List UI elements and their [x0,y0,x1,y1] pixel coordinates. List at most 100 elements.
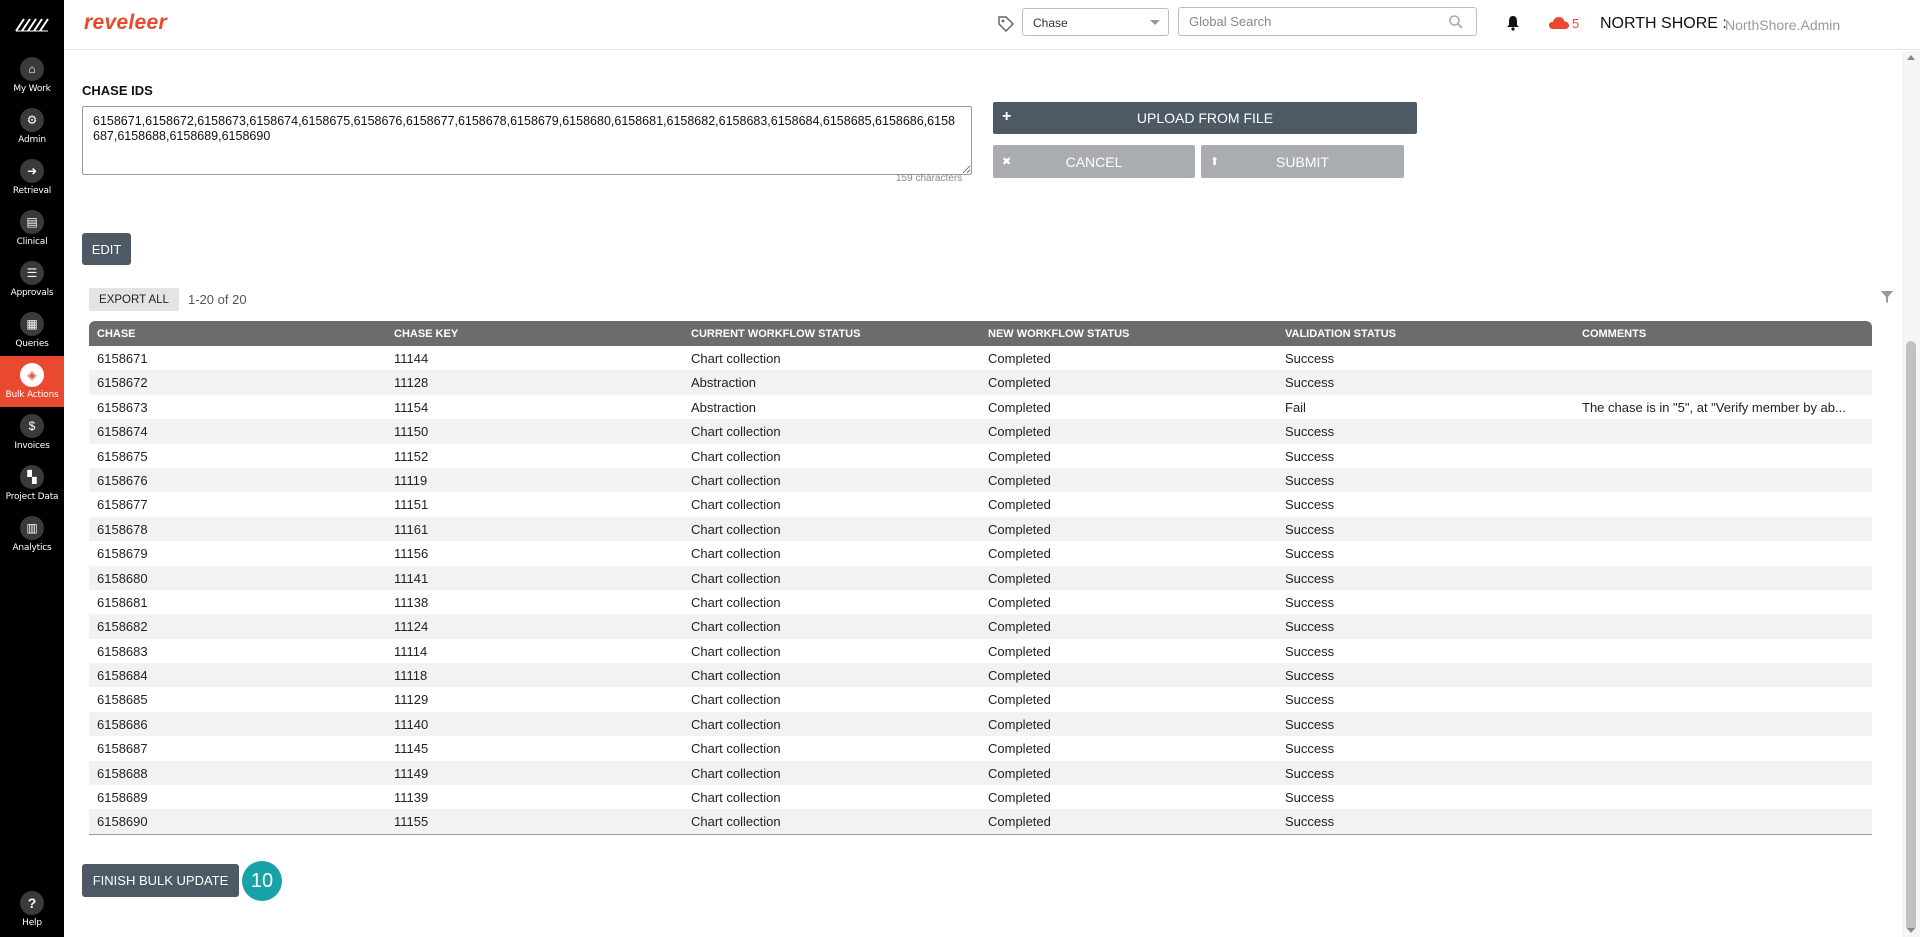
export-all-button[interactable]: EXPORT ALL [89,288,179,311]
sidebar-item-queries[interactable]: ▦ Queries [0,305,64,356]
column-header[interactable]: CURRENT WORKFLOW STATUS [683,321,980,346]
column-header[interactable]: COMMENTS [1574,321,1872,346]
table-cell: Chart collection [691,716,781,732]
search-type-select[interactable]: Chase [1022,8,1169,36]
table-row[interactable]: 6158681 11138 Chart collection Completed Suc… [89,590,1872,614]
finish-bulk-update-button[interactable]: FINISH BULK UPDATE [82,864,239,897]
table-cell: Completed [988,424,1051,440]
table-row[interactable]: 6158673 11154 Abstraction Completed Fail The … [89,395,1872,419]
table-cell: Chart collection [691,741,781,757]
table-cell [1574,639,1872,663]
scroll-down-icon[interactable] [1907,928,1915,933]
table-row[interactable]: 6158685 11129 Chart collection Completed Suc… [89,687,1872,711]
step-badge: 10 [242,861,282,901]
table-cell: 11141 [394,570,429,586]
document-icon-glyph: ▦ [26,317,38,331]
sidebar-item-clinical[interactable]: ▤ Clinical [0,203,64,254]
filter-icon[interactable] [1880,290,1894,304]
table-cell [1574,517,1872,541]
cloud-icon[interactable] [1548,15,1570,31]
table-cell: 6158671 [97,351,148,366]
table-cell: Chart collection [691,546,781,562]
sidebar-item-retrieval[interactable]: ➜ Retrieval [0,152,64,203]
table-row[interactable]: 6158680 11141 Chart collection Completed Suc… [89,565,1872,590]
upload-icon: ⬆ [1210,156,1220,168]
table-cell: 6158674 [97,424,148,440]
app-logo[interactable] [0,0,64,50]
table-cell: 6158675 [97,448,148,464]
upload-from-file-button[interactable]: + UPLOAD FROM FILE [993,102,1417,134]
table-cell: Chart collection [691,790,781,806]
table-row[interactable]: 6158674 11150 Chart collection Completed Suc… [89,419,1872,444]
global-search-input[interactable] [1189,8,1439,34]
table-row[interactable]: 6158688 11149 Chart collection Completed Suc… [89,760,1872,786]
cloud-count-badge: 5 [1572,16,1580,31]
bell-icon[interactable] [1504,14,1522,32]
table-cell: 6158688 [97,765,148,781]
scroll-up-icon[interactable] [1907,55,1915,60]
table-cell: Chart collection [691,814,781,830]
table-cell: Completed [988,814,1051,830]
list-icon-glyph: ☰ [26,266,38,280]
sidebar-item-admin[interactable]: ⚙ Admin [0,101,64,152]
grid-icon-glyph: ▚ [27,470,37,484]
table-cell: Success [1285,814,1335,830]
table-cell: Chart collection [691,619,781,635]
column-header[interactable]: NEW WORKFLOW STATUS [980,321,1277,346]
sidebar-item-invoices[interactable]: $ Invoices [0,407,64,458]
table-row[interactable]: 6158678 11161 Chart collection Completed Suc… [89,516,1872,542]
table-cell [1574,444,1872,468]
sidebar-item-label: Retrieval [12,186,52,196]
layers-icon-glyph: ◈ [27,368,37,382]
scroll-thumb[interactable] [1906,341,1916,931]
sidebar-item-help[interactable]: ? Help [0,884,64,935]
table-cell: Chart collection [691,424,781,440]
bar-chart-icon: ▥ [20,516,44,540]
table-cell: 11124 [394,619,429,635]
layers-icon: ◈ [20,363,44,387]
search-icon[interactable] [1448,14,1464,30]
column-header[interactable]: CHASE KEY [386,321,683,346]
sidebar-item-my-work[interactable]: ⌂ My Work [0,50,64,101]
column-header[interactable]: VALIDATION STATUS [1277,321,1574,346]
table-row[interactable]: 6158687 11145 Chart collection Completed Suc… [89,736,1872,760]
table-cell: Success [1285,692,1335,708]
cancel-button[interactable]: ✖ CANCEL [993,145,1195,178]
table-cell: Chart collection [691,472,781,488]
table-row[interactable]: 6158686 11140 Chart collection Completed Suc… [89,711,1872,737]
grid-icon: ▚ [20,465,44,489]
table-row[interactable]: 6158682 11124 Chart collection Completed Suc… [89,614,1872,639]
edit-button[interactable]: EDIT [82,233,131,265]
submit-button[interactable]: ⬆ SUBMIT [1201,145,1404,178]
column-header[interactable]: CHASE [89,321,386,346]
table-cell: 11151 [394,497,429,513]
table-row[interactable]: 6158672 11128 Abstraction Completed Success [89,370,1872,395]
sidebar-item-project-data[interactable]: ▚ Project Data [0,458,64,509]
user-name[interactable]: NorthShore.Admin [1725,17,1840,33]
chase-ids-textarea[interactable]: 6158671,6158672,6158673,6158674,6158675,… [82,106,972,175]
table-row[interactable]: 6158679 11156 Chart collection Completed Suc… [89,541,1872,565]
page-scrollbar[interactable] [1902,51,1920,937]
table-row[interactable]: 6158690 11155 Chart collection Completed Suc… [89,809,1872,834]
table-cell: Abstraction [691,375,757,391]
brand-logo[interactable]: reveleer [84,11,167,35]
table-row[interactable]: 6158675 11152 Chart collection Completed Suc… [89,444,1872,468]
table-row[interactable]: 6158677 11151 Chart collection Completed Suc… [89,492,1872,516]
table-cell: Completed [988,399,1051,415]
sidebar-item-analytics[interactable]: ▥ Analytics [0,509,64,560]
chase-ids-label: CHASE IDS [82,83,153,98]
sidebar-item-label: Queries [15,339,49,349]
sidebar-item-label: Bulk Actions [5,390,59,400]
table-cell: 11155 [394,814,429,830]
char-count: 159 characters [896,173,963,184]
table-row[interactable]: 6158689 11139 Chart collection Completed Suc… [89,785,1872,809]
table-cell: Completed [988,375,1051,391]
sidebar: ⌂ My Work ⚙ Admin ➜ Retrieval ▤ Clinical ☰ Approv… [0,0,64,937]
table-row[interactable]: 6158671 11144 Chart collection Completed Suc… [89,346,1872,370]
sidebar-item-bulk-actions[interactable]: ◈ Bulk Actions [0,356,64,407]
table-row[interactable]: 6158684 11118 Chart collection Completed Suc… [89,663,1872,688]
sidebar-item-approvals[interactable]: ☰ Approvals [0,254,64,305]
table-cell: 11156 [394,546,429,562]
table-row[interactable]: 6158676 11119 Chart collection Completed Suc… [89,467,1872,493]
table-row[interactable]: 6158683 11114 Chart collection Completed Suc… [89,639,1872,663]
